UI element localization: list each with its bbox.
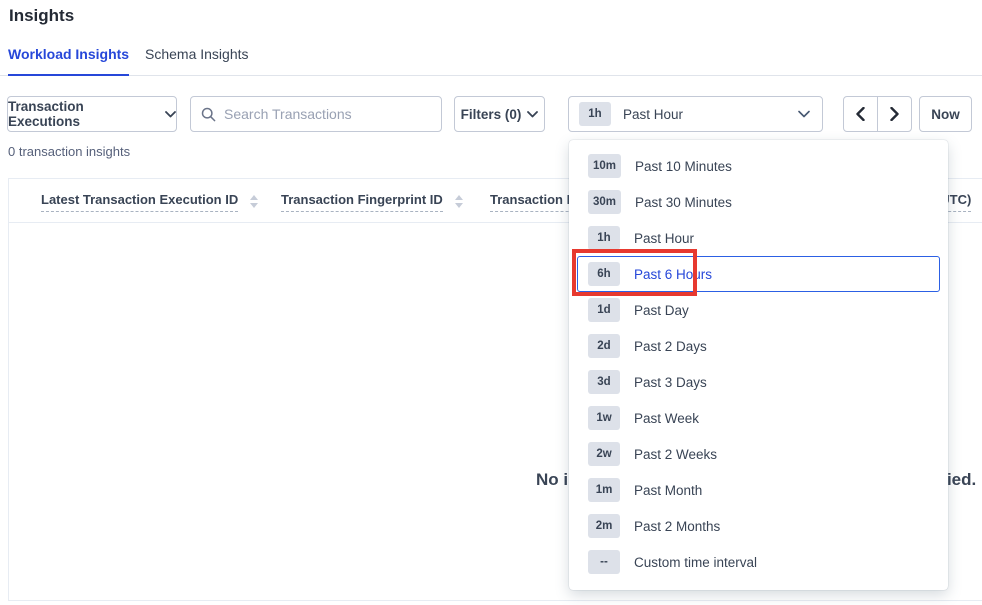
option-past-2-days[interactable]: 2d Past 2 Days xyxy=(577,328,940,364)
option-badge: 1m xyxy=(588,478,620,502)
option-custom-time-interval[interactable]: -- Custom time interval xyxy=(577,544,940,580)
search-icon xyxy=(201,107,216,122)
chevron-down-icon xyxy=(798,110,810,118)
time-pager xyxy=(843,96,912,132)
option-badge: 2d xyxy=(588,334,620,358)
sort-icon[interactable] xyxy=(455,195,463,208)
option-label: Past Month xyxy=(634,483,702,498)
option-badge: 1w xyxy=(588,406,620,430)
option-label: Past 2 Days xyxy=(634,339,707,354)
prev-interval-button[interactable] xyxy=(844,97,878,131)
chevron-down-icon xyxy=(527,111,538,118)
page-title: Insights xyxy=(9,6,74,26)
option-label: Past 30 Minutes xyxy=(635,195,732,210)
option-badge: 1h xyxy=(588,226,620,250)
column-header-latest-transaction-execution-id[interactable]: Latest Transaction Execution ID xyxy=(41,192,258,212)
option-past-month[interactable]: 1m Past Month xyxy=(577,472,940,508)
option-label: Past Week xyxy=(634,411,699,426)
option-past-2-months[interactable]: 2m Past 2 Months xyxy=(577,508,940,544)
annotation-highlight-box xyxy=(572,249,697,296)
option-badge: 30m xyxy=(588,190,621,214)
option-label: Past Day xyxy=(634,303,689,318)
option-past-10-minutes[interactable]: 10m Past 10 Minutes xyxy=(577,148,940,184)
chevron-right-icon xyxy=(890,107,899,121)
option-past-week[interactable]: 1w Past Week xyxy=(577,400,940,436)
option-label: Past 2 Months xyxy=(634,519,720,534)
tab-workload-insights[interactable]: Workload Insights xyxy=(8,46,129,76)
next-interval-button[interactable] xyxy=(878,97,912,131)
option-badge: 1d xyxy=(588,298,620,322)
option-badge: 3d xyxy=(588,370,620,394)
option-badge: 2w xyxy=(588,442,620,466)
tab-schema-insights[interactable]: Schema Insights xyxy=(145,46,249,76)
search-box xyxy=(190,96,442,132)
now-button[interactable]: Now xyxy=(919,96,972,132)
option-label: Past 3 Days xyxy=(634,375,707,390)
time-interval-select[interactable]: 1h Past Hour xyxy=(568,96,823,132)
time-interval-badge: 1h xyxy=(579,102,611,126)
option-past-2-weeks[interactable]: 2w Past 2 Weeks xyxy=(577,436,940,472)
option-badge: -- xyxy=(588,550,620,574)
time-interval-dropdown: 10m Past 10 Minutes 30m Past 30 Minutes … xyxy=(569,140,948,590)
option-label: Custom time interval xyxy=(634,555,757,570)
filters-button[interactable]: Filters (0) xyxy=(454,96,545,132)
column-header-transaction-fingerprint-id[interactable]: Transaction Fingerprint ID xyxy=(281,192,463,212)
option-label: Past 10 Minutes xyxy=(635,159,732,174)
chevron-down-icon xyxy=(165,111,176,118)
tab-bar: Workload Insights Schema Insights xyxy=(0,46,982,76)
execution-type-select[interactable]: Transaction Executions xyxy=(7,96,177,132)
option-label: Past 2 Weeks xyxy=(634,447,717,462)
insights-count: 0 transaction insights xyxy=(8,144,130,159)
option-badge: 10m xyxy=(588,154,621,178)
chevron-left-icon xyxy=(856,107,865,121)
option-past-day[interactable]: 1d Past Day xyxy=(577,292,940,328)
option-badge: 2m xyxy=(588,514,620,538)
search-input[interactable] xyxy=(224,106,431,122)
option-label: Past Hour xyxy=(634,231,694,246)
option-past-3-days[interactable]: 3d Past 3 Days xyxy=(577,364,940,400)
time-interval-label: Past Hour xyxy=(623,107,683,122)
option-past-30-minutes[interactable]: 30m Past 30 Minutes xyxy=(577,184,940,220)
filters-label: Filters (0) xyxy=(461,107,522,122)
execution-type-label: Transaction Executions xyxy=(8,99,157,129)
sort-icon[interactable] xyxy=(250,195,258,208)
